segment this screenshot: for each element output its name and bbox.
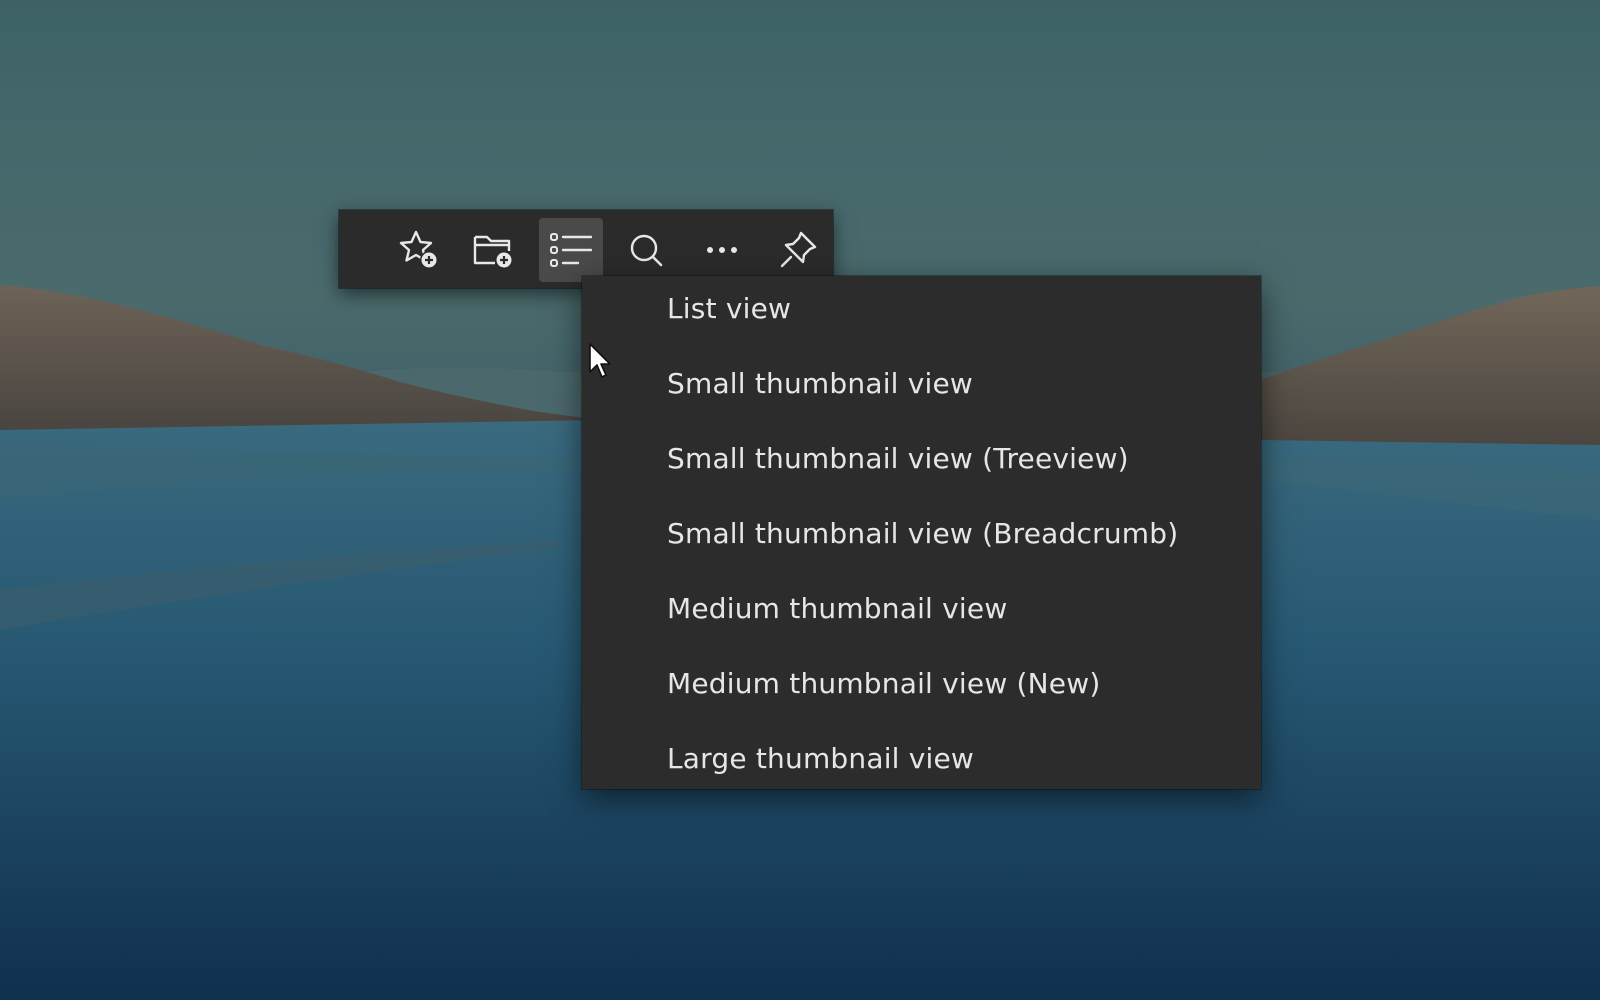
menu-item-label: Large thumbnail view [667,742,975,775]
menu-item-label: Small thumbnail view (Breadcrumb) [667,517,1179,550]
menu-item-medium-thumbnail-view[interactable]: Medium thumbnail view [582,576,1261,651]
menu-item-label: Small thumbnail view [667,367,974,400]
menu-item-small-thumbnail-view[interactable]: Small thumbnail view [582,351,1261,426]
menu-item-small-thumbnail-breadcrumb[interactable]: Small thumbnail view (Breadcrumb) [582,501,1261,576]
menu-item-large-thumbnail-view[interactable]: Large thumbnail view [582,726,1261,801]
menu-item-label: Medium thumbnail view (New) [667,667,1101,700]
menu-item-label: Medium thumbnail view [667,592,1008,625]
menu-item-list-view[interactable]: List view [582,276,1261,351]
mouse-cursor-icon [589,343,611,378]
menu-item-label: List view [667,292,792,325]
add-folder-button[interactable] [462,218,526,282]
more-options-button[interactable] [690,218,754,282]
search-button[interactable] [614,218,678,282]
more-icon [707,247,737,253]
search-icon [630,234,663,267]
desktop-wallpaper: List view Small thumbnail view Small thu… [0,0,1600,1000]
menu-item-label: Small thumbnail view (Treeview) [667,442,1129,475]
folder-add-icon [473,235,513,269]
pin-button[interactable] [766,218,830,282]
list-view-icon [550,233,593,267]
star-add-icon [399,230,438,269]
menu-item-small-thumbnail-treeview[interactable]: Small thumbnail view (Treeview) [582,426,1261,501]
menu-item-medium-thumbnail-new[interactable]: Medium thumbnail view (New) [582,651,1261,726]
add-favorite-button[interactable] [387,218,451,282]
view-mode-menu: List view Small thumbnail view Small thu… [582,276,1261,789]
pin-icon [780,231,817,268]
view-mode-button[interactable] [539,218,603,282]
